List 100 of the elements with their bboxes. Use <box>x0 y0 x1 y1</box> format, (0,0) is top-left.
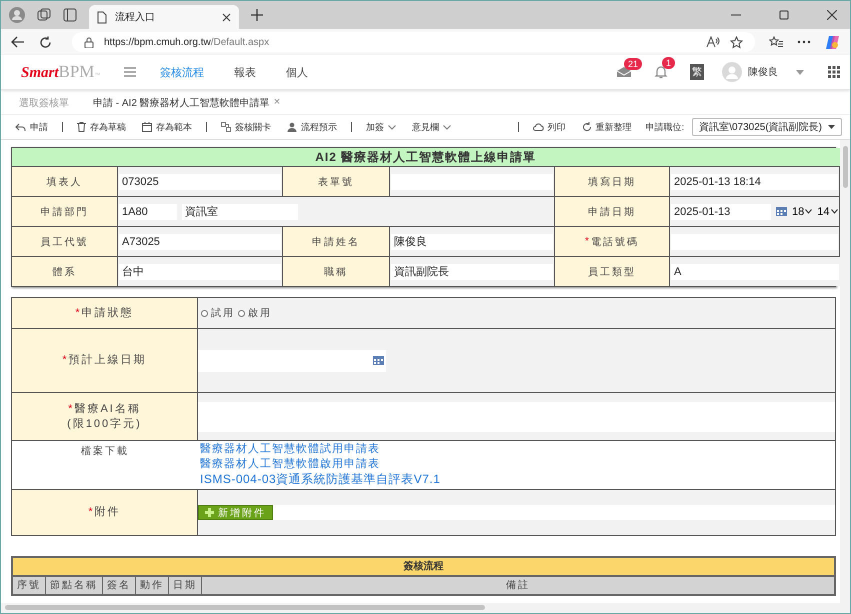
field-label: *醫療AI名稱 (限100字元) <box>12 393 198 441</box>
input-field[interactable]: 資訊室 <box>182 204 298 220</box>
chevron-down-icon <box>443 124 451 130</box>
chevron-down-icon <box>388 124 396 130</box>
radio-option[interactable]: 試用 <box>201 306 235 320</box>
input-field[interactable]: 台中 <box>119 264 281 280</box>
horizontal-scrollbar[interactable] <box>1 603 850 613</box>
form-title: AI2 醫療器材人工智慧軟體上線申請單 <box>12 148 840 167</box>
position-select[interactable]: 資訊室\073025(資訊副院長) <box>692 118 842 136</box>
refresh-icon <box>582 122 592 132</box>
menu-icon[interactable] <box>124 67 136 77</box>
chevron-down-icon <box>830 209 838 214</box>
bell-icon[interactable] <box>654 65 668 79</box>
field-label: 申請日期 <box>555 197 670 227</box>
back-icon[interactable] <box>11 36 25 48</box>
caret-icon[interactable] <box>796 70 804 74</box>
document-tab[interactable]: 申請 - AI2 醫療器材人工智慧軟體申請單 × <box>93 96 280 110</box>
apps-grid-icon[interactable] <box>828 66 840 78</box>
vertical-scrollbar[interactable] <box>840 140 850 603</box>
nav-link[interactable]: 報表 <box>234 64 256 80</box>
field-label: 填表人 <box>12 167 118 197</box>
chevron-down-icon <box>805 209 812 214</box>
count-badge: 1 <box>662 57 676 69</box>
new-tab-icon[interactable] <box>251 9 263 21</box>
field-label: 職稱 <box>283 257 390 286</box>
column-header: 序號 <box>13 577 46 594</box>
field-label: 員工類型 <box>555 257 670 286</box>
calendar-icon[interactable] <box>373 356 384 365</box>
lock-icon <box>84 36 94 48</box>
close-icon[interactable] <box>827 10 837 20</box>
profile-icon[interactable] <box>9 7 25 23</box>
toolbar-button[interactable]: 流程預示 <box>281 120 343 134</box>
close-icon[interactable] <box>222 12 231 22</box>
toolbar-button[interactable]: 意見欄 <box>406 120 457 134</box>
date-field[interactable]: 2025-01-13 <box>671 204 771 220</box>
user-name[interactable]: 陳俊良 <box>748 65 778 79</box>
input-field[interactable]: 資訊副院長 <box>391 264 553 280</box>
calendar-icon[interactable] <box>776 207 787 216</box>
toolbar-button[interactable]: 申請 <box>9 120 54 134</box>
input-field[interactable]: 1A80 <box>119 204 177 220</box>
column-header: 日期 <box>169 577 202 594</box>
field-label: 填寫日期 <box>555 167 670 197</box>
download-link[interactable]: ISMS-004-03資通系統防護基準自評表V7.1 <box>200 472 440 487</box>
hour-select[interactable]: 18 <box>792 206 812 218</box>
language-button[interactable]: 繁 <box>690 64 704 80</box>
field-label: 申請姓名 <box>283 227 390 257</box>
copilot-icon[interactable] <box>825 34 840 50</box>
toolbar-button[interactable]: 重新整理 <box>576 120 638 134</box>
read-aloud-icon[interactable] <box>706 36 720 48</box>
column-header: 備註 <box>505 578 531 593</box>
address-field[interactable]: https://bpm.cmuh.org.tw/Default.aspx <box>72 32 755 52</box>
position-label: 申請職位: <box>646 120 684 134</box>
field-label: *申請狀態 <box>12 298 198 329</box>
toolbar-button[interactable]: 簽核關卡 <box>215 120 277 134</box>
date-field[interactable] <box>198 350 386 372</box>
input-field[interactable]: 073025 <box>119 174 281 190</box>
person-icon <box>287 122 297 132</box>
input-field[interactable]: A73025 <box>119 234 281 250</box>
trash-icon <box>77 122 86 132</box>
column-header: 節點名稱 <box>46 577 103 594</box>
column-header: 動作 <box>136 577 169 594</box>
section-title: 簽核流程 <box>13 558 834 577</box>
browser-tab[interactable]: 流程入口 <box>89 5 239 29</box>
star-icon[interactable] <box>730 36 743 48</box>
cloud-icon <box>532 123 544 131</box>
minute-select[interactable]: 14 <box>817 206 838 218</box>
input-field[interactable] <box>671 234 838 250</box>
radio-option[interactable]: 啟用 <box>238 306 272 320</box>
page-icon <box>97 10 107 24</box>
field-label: 表單號 <box>283 167 390 197</box>
field-label: 體系 <box>12 257 118 286</box>
nav-link[interactable]: 個人 <box>286 64 308 80</box>
field-label: 員工代號 <box>12 227 118 257</box>
download-link[interactable]: 醫療器材人工智慧軟體試用申請表 <box>200 442 380 457</box>
maximize-icon[interactable] <box>779 10 789 20</box>
toolbar-button[interactable]: 存為範本 <box>136 120 198 134</box>
plus-icon <box>205 508 214 517</box>
input-field[interactable] <box>391 174 553 190</box>
toolbar-button[interactable]: 存為草稿 <box>71 120 132 134</box>
input-field[interactable]: 2025-01-13 18:14 <box>671 174 838 190</box>
calendar-icon <box>142 122 152 132</box>
nodes-icon <box>221 122 231 132</box>
more-icon[interactable] <box>797 40 811 44</box>
field-label: *電話號碼 <box>555 227 670 257</box>
favorites-icon[interactable] <box>769 36 783 48</box>
workspaces-icon[interactable] <box>37 8 51 22</box>
close-icon[interactable]: × <box>274 96 280 110</box>
refresh-icon[interactable] <box>39 36 52 48</box>
input-field[interactable]: 陳俊良 <box>391 234 553 250</box>
toolbar-button[interactable]: 加簽 <box>360 120 402 134</box>
download-link[interactable]: 醫療器材人工智慧軟體啟用申請表 <box>200 457 380 472</box>
field-label: 申請部門 <box>12 197 118 227</box>
field-label: *預計上線日期 <box>12 329 198 393</box>
reply-icon <box>15 122 26 132</box>
input-field[interactable]: A <box>671 264 838 280</box>
toolbar-button[interactable]: 列印 <box>526 120 572 134</box>
caret-icon <box>828 125 835 129</box>
nav-link[interactable]: 簽核流程 <box>160 64 204 80</box>
count-badge: 21 <box>624 58 642 70</box>
tab-actions-icon[interactable] <box>63 8 77 22</box>
